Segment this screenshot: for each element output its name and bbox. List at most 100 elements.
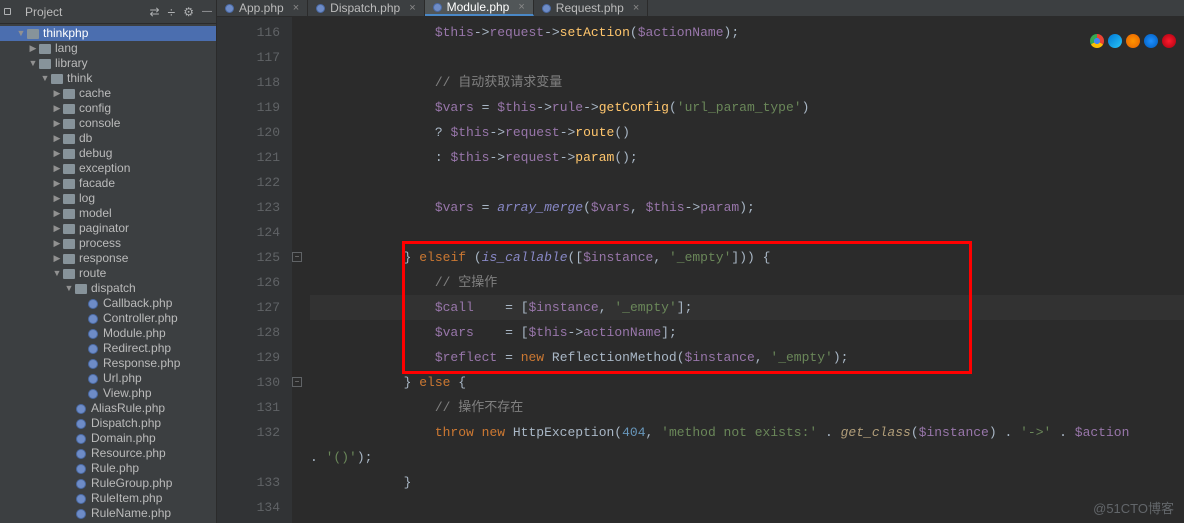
expand-twisty[interactable]: ▶ [52, 146, 62, 161]
code-line[interactable]: } else { [310, 370, 1184, 395]
code-area[interactable]: −− 1161171181191201211221231241251261271… [217, 17, 1184, 523]
expand-twisty[interactable]: ▶ [52, 236, 62, 251]
project-tree[interactable]: ▼thinkphp▶lang▼library▼think▶cache▶confi… [0, 24, 216, 523]
code-line[interactable]: $this->request->setAction($actionName); [310, 20, 1184, 45]
code-line[interactable]: } elseif (is_callable([$instance, '_empt… [310, 245, 1184, 270]
safari-icon[interactable] [1144, 34, 1158, 48]
code-line[interactable]: : $this->request->param(); [310, 145, 1184, 170]
tree-node-module-php[interactable]: Module.php [0, 326, 216, 341]
expand-twisty[interactable]: ▶ [52, 251, 62, 266]
line-number[interactable]: 133 [223, 470, 280, 495]
expand-twisty[interactable]: ▶ [52, 176, 62, 191]
code-line[interactable]: $reflect = new ReflectionMethod($instanc… [310, 345, 1184, 370]
tree-node-callback-php[interactable]: Callback.php [0, 296, 216, 311]
code-line[interactable]: $vars = $this->rule->getConfig('url_para… [310, 95, 1184, 120]
tree-node-config[interactable]: ▶config [0, 101, 216, 116]
project-tool-icon[interactable] [4, 8, 11, 15]
tree-node-url-php[interactable]: Url.php [0, 371, 216, 386]
tree-node-route[interactable]: ▼route [0, 266, 216, 281]
firefox-icon[interactable] [1126, 34, 1140, 48]
edge-icon[interactable] [1108, 34, 1122, 48]
tab-close-icon[interactable]: × [518, 1, 524, 13]
expand-twisty[interactable]: ▼ [28, 56, 38, 71]
tree-node-exception[interactable]: ▶exception [0, 161, 216, 176]
view-options-icon[interactable]: ⚙ [183, 5, 194, 19]
code-line[interactable]: throw new HttpException(404, 'method not… [310, 420, 1184, 445]
line-number[interactable]: 124 [223, 220, 280, 245]
expand-twisty[interactable]: ▶ [52, 101, 62, 116]
expand-twisty[interactable]: ▼ [52, 266, 62, 281]
tree-node-rulegroup-php[interactable]: RuleGroup.php [0, 476, 216, 491]
code-line[interactable]: $call = [$instance, '_empty']; [310, 295, 1184, 320]
expand-twisty[interactable]: ▶ [28, 41, 38, 56]
expand-twisty[interactable]: ▶ [52, 161, 62, 176]
code-line[interactable]: $vars = array_merge($vars, $this->param)… [310, 195, 1184, 220]
tab-request-php[interactable]: Request.php× [534, 0, 649, 16]
code-line[interactable]: // 操作不存在 [310, 395, 1184, 420]
tree-node-paginator[interactable]: ▶paginator [0, 221, 216, 236]
collapse-all-icon[interactable]: ÷ [168, 4, 176, 20]
code-line[interactable] [310, 495, 1184, 520]
tree-node-domain-php[interactable]: Domain.php [0, 431, 216, 446]
tree-node-console[interactable]: ▶console [0, 116, 216, 131]
line-number[interactable]: 128 [223, 320, 280, 345]
line-number[interactable]: 119 [223, 95, 280, 120]
code-text[interactable]: $this->request->setAction($actionName); … [292, 17, 1184, 523]
tree-node-response[interactable]: ▶response [0, 251, 216, 266]
tree-node-rule-php[interactable]: Rule.php [0, 461, 216, 476]
tree-node-thinkphp[interactable]: ▼thinkphp [0, 26, 216, 41]
line-number[interactable]: 118 [223, 70, 280, 95]
tree-node-lang[interactable]: ▶lang [0, 41, 216, 56]
line-number[interactable]: 122 [223, 170, 280, 195]
tree-node-dispatch[interactable]: ▼dispatch [0, 281, 216, 296]
tree-node-rulename-php[interactable]: RuleName.php [0, 506, 216, 521]
code-line[interactable]: . '()'); [310, 445, 1184, 470]
tree-node-cache[interactable]: ▶cache [0, 86, 216, 101]
code-line[interactable] [310, 220, 1184, 245]
tab-app-php[interactable]: App.php× [217, 0, 308, 16]
line-number[interactable]: 131 [223, 395, 280, 420]
tree-node-debug[interactable]: ▶debug [0, 146, 216, 161]
tab-close-icon[interactable]: × [293, 2, 299, 14]
tree-node-view-php[interactable]: View.php [0, 386, 216, 401]
expand-twisty[interactable]: ▼ [64, 281, 74, 296]
tree-node-controller-php[interactable]: Controller.php [0, 311, 216, 326]
expand-twisty[interactable]: ▼ [16, 26, 26, 41]
line-number[interactable]: 121 [223, 145, 280, 170]
tree-node-model[interactable]: ▶model [0, 206, 216, 221]
line-number[interactable] [223, 445, 280, 470]
expand-twisty[interactable]: ▶ [52, 221, 62, 236]
tree-node-redirect-php[interactable]: Redirect.php [0, 341, 216, 356]
scroll-to-source-icon[interactable]: ⇄ [149, 5, 159, 19]
tab-close-icon[interactable]: × [633, 2, 639, 14]
tree-node-process[interactable]: ▶process [0, 236, 216, 251]
chrome-icon[interactable] [1090, 34, 1104, 48]
code-line[interactable] [310, 170, 1184, 195]
code-line[interactable]: ? $this->request->route() [310, 120, 1184, 145]
line-number[interactable]: 126 [223, 270, 280, 295]
tree-node-facade[interactable]: ▶facade [0, 176, 216, 191]
expand-twisty[interactable]: ▶ [52, 86, 62, 101]
line-number[interactable]: 117 [223, 45, 280, 70]
line-number[interactable]: 123 [223, 195, 280, 220]
hide-panel-icon[interactable]: — [202, 6, 212, 17]
line-number[interactable]: 132 [223, 420, 280, 445]
tab-dispatch-php[interactable]: Dispatch.php× [308, 0, 424, 16]
line-number[interactable]: 134 [223, 495, 280, 520]
expand-twisty[interactable]: ▼ [40, 71, 50, 86]
code-line[interactable]: } [310, 470, 1184, 495]
expand-twisty[interactable]: ▶ [52, 131, 62, 146]
line-number[interactable]: 116 [223, 20, 280, 45]
line-number[interactable]: 127 [223, 295, 280, 320]
line-number[interactable]: 125 [223, 245, 280, 270]
tree-node-db[interactable]: ▶db [0, 131, 216, 146]
tree-node-think[interactable]: ▼think [0, 71, 216, 86]
expand-twisty[interactable]: ▶ [52, 206, 62, 221]
tree-node-response-php[interactable]: Response.php [0, 356, 216, 371]
browser-launchers[interactable] [1090, 34, 1176, 48]
code-line[interactable]: // 空操作 [310, 270, 1184, 295]
tree-node-resource-php[interactable]: Resource.php [0, 446, 216, 461]
opera-icon[interactable] [1162, 34, 1176, 48]
tree-node-dispatch-php[interactable]: Dispatch.php [0, 416, 216, 431]
code-line[interactable]: $vars = [$this->actionName]; [310, 320, 1184, 345]
